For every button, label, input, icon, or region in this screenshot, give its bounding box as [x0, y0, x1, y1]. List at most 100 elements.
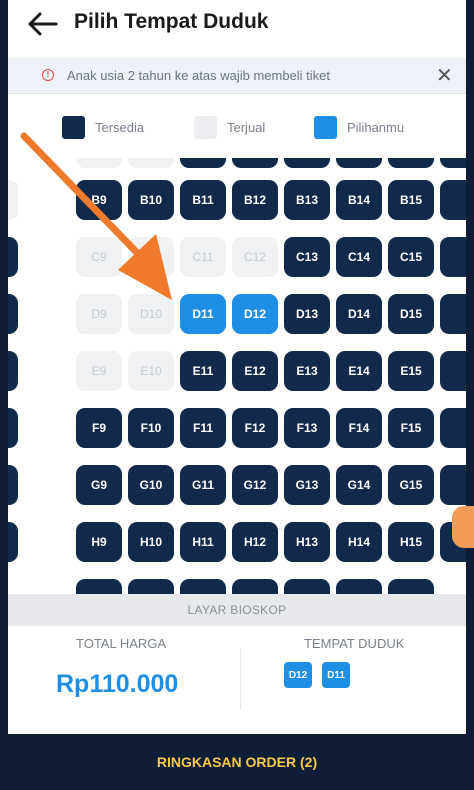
seat-f11[interactable]: F11 — [180, 408, 226, 448]
seat-partial-left — [8, 465, 18, 505]
order-summary-button[interactable]: RINGKASAN ORDER (2) — [8, 734, 466, 790]
seat-d9: D9 — [76, 294, 122, 334]
seat-d14[interactable]: D14 — [336, 294, 382, 334]
seat-e13[interactable]: E13 — [284, 351, 330, 391]
seat-g9[interactable]: G9 — [76, 465, 122, 505]
seat-h14[interactable]: H14 — [336, 522, 382, 562]
seat-partial-left — [8, 522, 18, 562]
seat-partial-bottom — [232, 579, 278, 594]
top-app-bar: Pilih Tempat Duduk — [8, 0, 466, 52]
seat-b11[interactable]: B11 — [180, 180, 226, 220]
seat-partial-right — [440, 408, 466, 448]
legend-label-available: Tersedia — [95, 120, 145, 135]
seat-c13[interactable]: C13 — [284, 237, 330, 277]
seat-h9[interactable]: H9 — [76, 522, 122, 562]
seat-partial — [336, 158, 382, 168]
seat-partial — [76, 158, 122, 168]
legend-swatch-selected — [314, 116, 337, 139]
seat-partial — [388, 158, 434, 168]
seat-partial-left — [8, 408, 18, 448]
seat-e9: E9 — [76, 351, 122, 391]
selected-seat-chip: D11 — [322, 662, 350, 688]
seat-f14[interactable]: F14 — [336, 408, 382, 448]
seat-f10[interactable]: F10 — [128, 408, 174, 448]
seat-d12[interactable]: D12 — [232, 294, 278, 334]
seat-e12[interactable]: E12 — [232, 351, 278, 391]
seat-partial — [180, 158, 226, 168]
seat-f12[interactable]: F12 — [232, 408, 278, 448]
seat-h15[interactable]: H15 — [388, 522, 434, 562]
seat-g13[interactable]: G13 — [284, 465, 330, 505]
seat-g15[interactable]: G15 — [388, 465, 434, 505]
seat-b10[interactable]: B10 — [128, 180, 174, 220]
seat-d13[interactable]: D13 — [284, 294, 330, 334]
seat-d15[interactable]: D15 — [388, 294, 434, 334]
seat-h13[interactable]: H13 — [284, 522, 330, 562]
seat-e14[interactable]: E14 — [336, 351, 382, 391]
seat-partial-bottom — [336, 579, 382, 594]
seat-partial — [128, 158, 174, 168]
total-price-value: Rp110.000 — [56, 670, 179, 698]
legend-label-sold: Terjual — [227, 120, 266, 135]
seat-partial-bottom — [284, 579, 330, 594]
seat-h10[interactable]: H10 — [128, 522, 174, 562]
legend-swatch-sold — [194, 116, 217, 139]
legend-sold: Terjual — [194, 116, 265, 139]
seat-f15[interactable]: F15 — [388, 408, 434, 448]
seat-e11[interactable]: E11 — [180, 351, 226, 391]
seat-partial-bottom — [128, 579, 174, 594]
cinema-screen-label: LAYAR BIOSKOP — [8, 594, 466, 626]
seat-b13[interactable]: B13 — [284, 180, 330, 220]
info-icon: ! — [42, 69, 54, 81]
seat-c10: C10 — [128, 237, 174, 277]
seat-partial-left — [8, 351, 18, 391]
seat-f9[interactable]: F9 — [76, 408, 122, 448]
seat-c14[interactable]: C14 — [336, 237, 382, 277]
seat-partial-bottom — [76, 579, 122, 594]
seat-partial-bottom — [388, 579, 434, 594]
floating-handle[interactable] — [452, 506, 474, 548]
seat-h12[interactable]: H12 — [232, 522, 278, 562]
seat-g11[interactable]: G11 — [180, 465, 226, 505]
seat-partial-right — [440, 465, 466, 505]
page-title: Pilih Tempat Duduk — [74, 10, 269, 33]
app-frame: Pilih Tempat Duduk ! Anak usia 2 tahun k… — [8, 0, 466, 790]
seat-g10[interactable]: G10 — [128, 465, 174, 505]
seat-b15[interactable]: B15 — [388, 180, 434, 220]
seat-partial-left — [8, 294, 18, 334]
back-arrow-icon[interactable] — [26, 10, 58, 38]
seat-g12[interactable]: G12 — [232, 465, 278, 505]
seat-partial — [440, 158, 466, 168]
seat-c12: C12 — [232, 237, 278, 277]
summary-divider — [240, 648, 241, 710]
selected-seats-label: TEMPAT DUDUK — [304, 636, 405, 651]
legend-label-selected: Pilihanmu — [347, 120, 405, 135]
seat-h11[interactable]: H11 — [180, 522, 226, 562]
seat-partial-right — [440, 294, 466, 334]
age-notice-banner: ! Anak usia 2 tahun ke atas wajib membel… — [8, 58, 466, 94]
seat-partial-right — [440, 180, 466, 220]
seat-b14[interactable]: B14 — [336, 180, 382, 220]
seat-b12[interactable]: B12 — [232, 180, 278, 220]
seat-g14[interactable]: G14 — [336, 465, 382, 505]
seat-d11[interactable]: D11 — [180, 294, 226, 334]
seat-e15[interactable]: E15 — [388, 351, 434, 391]
legend-available: Tersedia — [62, 116, 144, 139]
seat-c9: C9 — [76, 237, 122, 277]
seat-c15[interactable]: C15 — [388, 237, 434, 277]
notice-text: Anak usia 2 tahun ke atas wajib membeli … — [67, 68, 331, 83]
seat-partial — [232, 158, 278, 168]
seat-f13[interactable]: F13 — [284, 408, 330, 448]
close-icon[interactable]: ✕ — [436, 63, 453, 88]
selected-seat-chip: D12 — [284, 662, 312, 688]
seat-partial-bottom — [180, 579, 226, 594]
seat-partial-right — [440, 237, 466, 277]
seat-b9[interactable]: B9 — [76, 180, 122, 220]
order-summary: TOTAL HARGA Rp110.000 TEMPAT DUDUK D12 D… — [8, 626, 466, 734]
seat-partial-right — [440, 351, 466, 391]
total-price-label: TOTAL HARGA — [76, 636, 167, 651]
seat-partial — [284, 158, 330, 168]
seat-map: B9 B10 B11 B12 B13 B14 B15 C9 C10 C11 C12 C13 C14 C15… — [8, 158, 466, 594]
seat-partial-left — [8, 180, 18, 220]
seat-d10: D10 — [128, 294, 174, 334]
